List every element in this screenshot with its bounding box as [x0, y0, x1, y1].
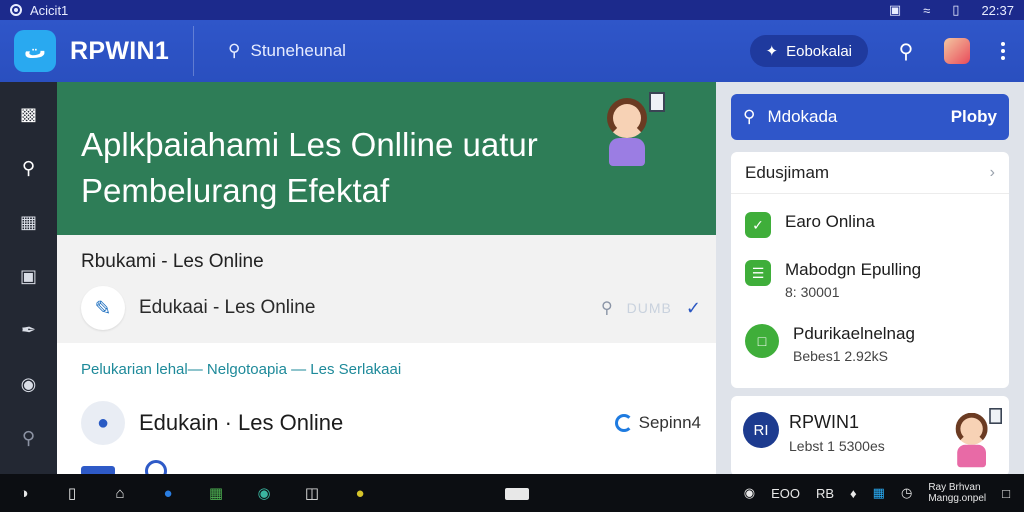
list-peek — [81, 460, 701, 474]
header-search-placeholder: Stuneheunal — [250, 41, 346, 60]
search-icon: ⚲ — [228, 41, 241, 60]
chrome-icon[interactable]: ● — [350, 483, 370, 503]
profile-avatar: RI — [743, 412, 779, 448]
search-icon[interactable]: ⚲ — [17, 156, 41, 180]
eye-icon[interactable]: ◉ — [17, 372, 41, 396]
status-time: 22:37 — [981, 2, 1014, 18]
tray-record-icon[interactable]: ◉ — [744, 485, 755, 501]
pencil-icon: ✎ — [81, 286, 125, 330]
check-icon[interactable]: ✓ — [686, 298, 701, 319]
app-header: ت RPWIN1 ⚲ Stuneheunal ✦ Eobokalai ⚲ — [0, 20, 1024, 82]
profile-card[interactable]: RI RPWIN1 Lebst 1 5300es — [731, 396, 1009, 476]
app-icon[interactable]: ▦ — [206, 483, 226, 503]
course-row[interactable]: ✎ Edukaai - Les Online ⚲ DUMB ✓ — [81, 283, 701, 333]
gift-icon: □ — [745, 324, 779, 358]
hero-title: Aplkþaiahami Les Onlline uatur Pembelura… — [81, 126, 538, 209]
more-options-icon[interactable] — [996, 42, 1010, 60]
start-icon[interactable]: ◑ — [14, 483, 34, 503]
edu-pill-button[interactable]: ✦ Eobokalai — [749, 35, 868, 67]
lesson-row-label: Edukain · Les Online — [139, 410, 344, 435]
document-icon: ☰ — [745, 260, 771, 286]
status-left-text: Acicit1 — [30, 2, 69, 18]
chevron-right-icon[interactable]: › — [990, 164, 995, 182]
main-content: Aplkþaiahami Les Onlline uatur Pembelura… — [57, 82, 716, 474]
right-search-button[interactable]: Ploby — [951, 107, 997, 127]
list-item-title: Mabodgn Epulling — [785, 260, 922, 279]
battery-icon: ▯ — [952, 2, 960, 17]
tray-box-icon: ▣ — [888, 2, 902, 17]
lesson-section: Pelukarian lehal— Nelgotoapia — Les Serl… — [57, 343, 716, 474]
browser-icon[interactable]: ● — [158, 483, 178, 503]
loading-icon — [614, 414, 633, 432]
wifi-icon: ≈ — [923, 2, 931, 18]
status-ring-icon — [10, 4, 22, 16]
tray-text-1: EOO — [771, 485, 800, 501]
recorder-icon[interactable]: ◉ — [254, 483, 274, 503]
header-divider — [193, 26, 195, 76]
header-search[interactable]: ⚲ Stuneheunal — [228, 41, 346, 61]
zoom-icon[interactable]: ⚲ — [601, 298, 613, 318]
profile-sub: Lebst 1 5300es — [789, 438, 885, 454]
edu-card-header[interactable]: Edusjimam › — [731, 152, 1009, 194]
edu-card-title: Edusjimam — [745, 162, 830, 182]
person-icon: ● — [81, 401, 125, 445]
file-icon[interactable]: ▣ — [17, 264, 41, 288]
course-section: Rbukami - Les Online ✎ Edukaai - Les Onl… — [57, 235, 716, 343]
taskbar: ◑ ▯ ⌂ ● ▦ ◉ ◫ ● ◉ EOO RB ♦ ▦ ◷ Ray Brhva… — [0, 474, 1024, 512]
circle-icon — [145, 460, 167, 474]
chart-icon[interactable]: ▦ — [17, 210, 41, 234]
kid-illustration-icon — [946, 408, 1002, 472]
lesson-row[interactable]: ● Edukain · Les Online Sepinn4 — [81, 399, 701, 447]
kid-illustration-icon — [595, 92, 665, 172]
list-item-title: Earo Onlina — [785, 212, 875, 231]
app-logo-icon[interactable]: ت — [14, 30, 56, 72]
home-icon[interactable]: ⌂ — [110, 483, 130, 503]
list-item[interactable]: □ Pdurikaelnelnag Bebes1 2.92kS — [745, 324, 915, 364]
profile-title: RPWIN1 — [789, 412, 860, 432]
list-item[interactable]: ✓ Earo Onlina — [745, 212, 875, 238]
header-search-icon[interactable]: ⚲ — [894, 39, 918, 64]
list-item-sub: Bebes1 2.92kS — [793, 348, 888, 364]
clock-icon[interactable]: ◷ — [901, 485, 912, 501]
course-row-label: Edukaai - Les Online — [139, 297, 316, 318]
clock-line-2: Mangg.onpel — [928, 493, 987, 504]
app-title: RPWIN1 — [70, 36, 170, 65]
search-icon: ⚲ — [743, 107, 756, 126]
taskbar-clock[interactable]: Ray Brhvan Mangg.onpel — [928, 482, 986, 504]
left-nav-rail: ▩ ⚲ ▦ ▣ ✒ ◉ ⚲ — [0, 82, 57, 474]
clock-line-1: Ray Brhvan — [928, 482, 981, 493]
edu-card: Edusjimam › ✓ Earo Onlina ☰ Mabodgn Epul… — [731, 152, 1009, 388]
tool-text: DUMB — [626, 300, 672, 316]
right-panel: ⚲ Mdokada Ploby Edusjimam › ✓ Earo Onlin… — [716, 82, 1024, 476]
edu-pill-label: Eobokalai — [786, 42, 852, 60]
right-search-label: Mdokada — [767, 107, 838, 126]
zoom-icon[interactable]: ⚲ — [17, 426, 41, 450]
user-avatar[interactable] — [944, 38, 970, 64]
folder-icon — [81, 466, 115, 474]
list-item-sub: 8: 30001 — [785, 284, 840, 300]
breadcrumb[interactable]: Pelukarian lehal— Nelgotoapia — Les Serl… — [81, 361, 401, 378]
keyboard-icon[interactable] — [505, 488, 529, 500]
hero-banner: Aplkþaiahami Les Onlline uatur Pembelura… — [57, 82, 716, 235]
notification-icon[interactable]: □ — [1002, 486, 1010, 501]
leaf-icon: ✓ — [745, 212, 771, 238]
list-item-title: Pdurikaelnelnag — [793, 324, 915, 343]
shield-icon[interactable]: ♦ — [850, 486, 857, 501]
dashboard-icon[interactable]: ▩ — [17, 102, 41, 126]
window-icon[interactable]: ▯ — [62, 483, 82, 503]
list-item[interactable]: ☰ Mabodgn Epulling 8: 30001 — [745, 260, 921, 300]
network-icon[interactable]: ▦ — [873, 485, 885, 501]
status-bar: Acicit1 ▣ ≈ ▯ 22:37 — [0, 0, 1024, 20]
lesson-status-text: Sepinn4 — [638, 413, 701, 432]
pill-icon[interactable]: ✒ — [17, 318, 41, 342]
split-window-icon[interactable]: ◫ — [302, 483, 322, 503]
sparkle-icon: ✦ — [765, 43, 779, 60]
right-search-bar[interactable]: ⚲ Mdokada Ploby — [731, 94, 1009, 140]
course-section-title: Rbukami - Les Online — [81, 251, 264, 272]
tray-text-2: RB — [815, 485, 835, 501]
